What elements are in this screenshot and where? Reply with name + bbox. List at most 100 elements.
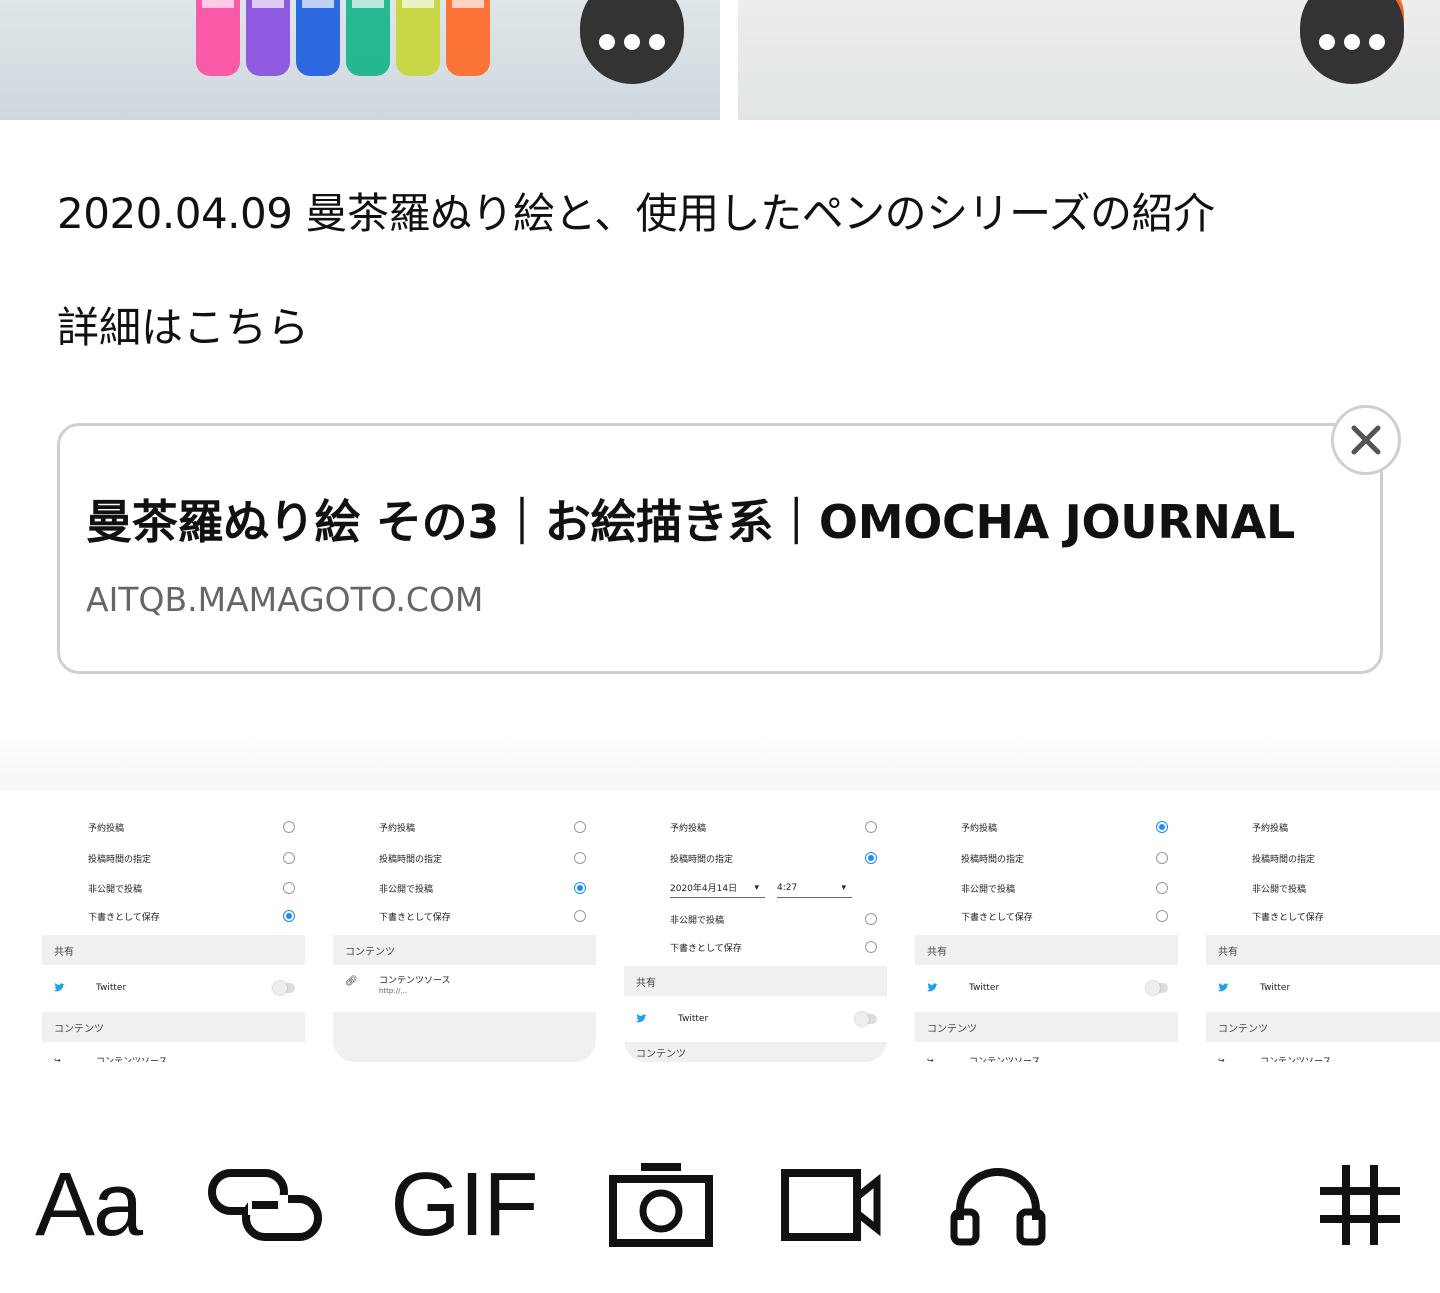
- post-text[interactable]: 2020.04.09 曼茶羅ぬり絵と、使用したペンのシリーズの紹介: [57, 180, 1215, 241]
- radio-button-selected[interactable]: [283, 910, 295, 922]
- share-toggle[interactable]: [273, 981, 295, 995]
- option-label: 下書きとして保存: [670, 943, 742, 954]
- option-label: 予約投稿: [1252, 823, 1289, 834]
- video-icon: [781, 1169, 881, 1241]
- option-label: 投稿時間の指定: [1252, 854, 1316, 865]
- link-card-title: 曼茶羅ぬり絵 その3｜お絵描き系｜OMOCHA JOURNAL: [86, 495, 1295, 549]
- date-value: 2020年4月14日: [670, 884, 738, 894]
- close-icon: [1351, 425, 1381, 455]
- option-label: 非公開で投稿: [670, 915, 725, 926]
- text-format-button[interactable]: Aa: [28, 1140, 148, 1270]
- radio-button[interactable]: [574, 821, 586, 833]
- option-label: 予約投稿: [88, 823, 125, 834]
- bottle-image: [246, 0, 290, 76]
- compose-toolbar: Aa GIF: [0, 1140, 1440, 1270]
- twitter-icon: [636, 1014, 647, 1023]
- more-options-button[interactable]: [1300, 0, 1404, 84]
- radio-button[interactable]: [283, 821, 295, 833]
- twitter-label: Twitter: [678, 1014, 709, 1024]
- more-options-button[interactable]: [580, 0, 684, 84]
- content-source-label: コンテンツソース: [1260, 1056, 1332, 1063]
- twitter-label: Twitter: [1260, 983, 1291, 993]
- option-label: 非公開で投稿: [1252, 884, 1307, 895]
- radio-button[interactable]: [574, 910, 586, 922]
- thumbnail-strip[interactable]: 予約投稿 投稿時間の指定 非公開で投稿 下書きとして保存 共有 Twitter …: [0, 790, 1440, 1070]
- thumbnail-3[interactable]: 予約投稿 投稿時間の指定 2020年4月14日 ▾ 4:27 ▾ 非公開で投稿 下書…: [624, 790, 887, 1062]
- thumbnail-4[interactable]: 予約投稿 投稿時間の指定 非公開で投稿 下書きとして保存 共有 Twitter …: [915, 790, 1178, 1062]
- option-label: 投稿時間の指定: [88, 854, 152, 865]
- section-header: コンテンツ: [42, 1012, 305, 1042]
- radio-button-selected[interactable]: [1156, 821, 1168, 833]
- radio-button[interactable]: [865, 821, 877, 833]
- radio-button[interactable]: [283, 852, 295, 864]
- bottle-image: [196, 0, 240, 76]
- image-tile-left[interactable]: [0, 0, 720, 120]
- radio-button-selected[interactable]: [865, 852, 877, 864]
- radio-button[interactable]: [1156, 882, 1168, 894]
- option-label: 予約投稿: [670, 823, 707, 834]
- gif-button[interactable]: GIF: [384, 1140, 544, 1270]
- twitter-label: Twitter: [96, 983, 127, 993]
- more-dots-icon: [649, 34, 665, 50]
- radio-button-selected[interactable]: [574, 882, 586, 894]
- audio-button[interactable]: [944, 1140, 1052, 1270]
- share-toggle[interactable]: [1146, 981, 1168, 995]
- more-dots-icon: [1319, 34, 1335, 50]
- close-card-button[interactable]: [1331, 405, 1401, 475]
- link-small-icon: ↪: [1218, 1055, 1225, 1063]
- radio-button[interactable]: [865, 941, 877, 953]
- option-label: 下書きとして保存: [379, 912, 451, 923]
- section-header: コンテンツ: [1206, 1012, 1440, 1042]
- share-toggle[interactable]: [855, 1012, 877, 1026]
- camera-button[interactable]: [605, 1140, 717, 1270]
- time-value: 4:27: [777, 882, 798, 893]
- empty-area: [333, 1012, 596, 1062]
- section-header: 共有: [915, 935, 1178, 965]
- bottle-image: [346, 0, 390, 76]
- more-dots-icon: [624, 34, 640, 50]
- section-header: 共有: [42, 935, 305, 965]
- section-header: コンテンツ: [333, 935, 596, 965]
- twitter-icon: [1218, 983, 1229, 992]
- twitter-label: Twitter: [969, 983, 1000, 993]
- hashtag-button[interactable]: [1310, 1140, 1410, 1270]
- detail-link[interactable]: 詳細はこちら: [57, 294, 309, 355]
- option-label: 予約投稿: [961, 823, 998, 834]
- option-label: 投稿時間の指定: [670, 854, 734, 865]
- twitter-icon: [927, 983, 938, 992]
- video-button[interactable]: [778, 1140, 884, 1270]
- section-header: 共有: [624, 966, 887, 996]
- chevron-down-icon: ▾: [841, 882, 846, 893]
- radio-button[interactable]: [865, 913, 877, 925]
- thumbnail-5[interactable]: 予約投稿 投稿時間の指定 非公開で投稿 下書きとして保存 共有 Twitter …: [1206, 790, 1440, 1062]
- link-preview-card[interactable]: 曼茶羅ぬり絵 その3｜お絵描き系｜OMOCHA JOURNAL AITQB.MA…: [57, 423, 1383, 674]
- section-header: 共有: [1206, 935, 1440, 965]
- radio-button[interactable]: [574, 852, 586, 864]
- link-small-icon: ↪: [927, 1055, 934, 1063]
- date-select[interactable]: 2020年4月14日 ▾: [670, 878, 765, 898]
- thumbnail-1[interactable]: 予約投稿 投稿時間の指定 非公開で投稿 下書きとして保存 共有 Twitter …: [42, 790, 305, 1062]
- bottle-image: [446, 0, 490, 76]
- camera-icon: [609, 1163, 713, 1247]
- radio-button[interactable]: [1156, 910, 1168, 922]
- twitter-icon: [54, 983, 65, 992]
- chevron-down-icon: ▾: [754, 882, 759, 893]
- option-label: 投稿時間の指定: [961, 854, 1025, 865]
- radio-button[interactable]: [1156, 852, 1168, 864]
- link-icon: [208, 1169, 322, 1241]
- bottle-image: [396, 0, 440, 76]
- radio-button[interactable]: [283, 882, 295, 894]
- thumbnail-2[interactable]: 予約投稿 投稿時間の指定 非公開で投稿 下書きとして保存 コンテンツ 🔗︎ コン…: [333, 790, 596, 1062]
- option-label: 非公開で投稿: [88, 884, 143, 895]
- audio-icon: [950, 1168, 1046, 1246]
- link-card-domain: AITQB.MAMAGOTO.COM: [86, 580, 484, 619]
- option-label: 投稿時間の指定: [379, 854, 443, 865]
- option-label: 下書きとして保存: [88, 912, 160, 923]
- bottle-image: [296, 0, 340, 76]
- time-select[interactable]: 4:27 ▾: [777, 878, 852, 898]
- link-icon: 🔗︎: [345, 976, 358, 987]
- image-tile-right[interactable]: [738, 0, 1440, 120]
- link-button[interactable]: [205, 1140, 325, 1270]
- content-source-label: コンテンツソース: [969, 1056, 1041, 1063]
- more-dots-icon: [1369, 34, 1385, 50]
